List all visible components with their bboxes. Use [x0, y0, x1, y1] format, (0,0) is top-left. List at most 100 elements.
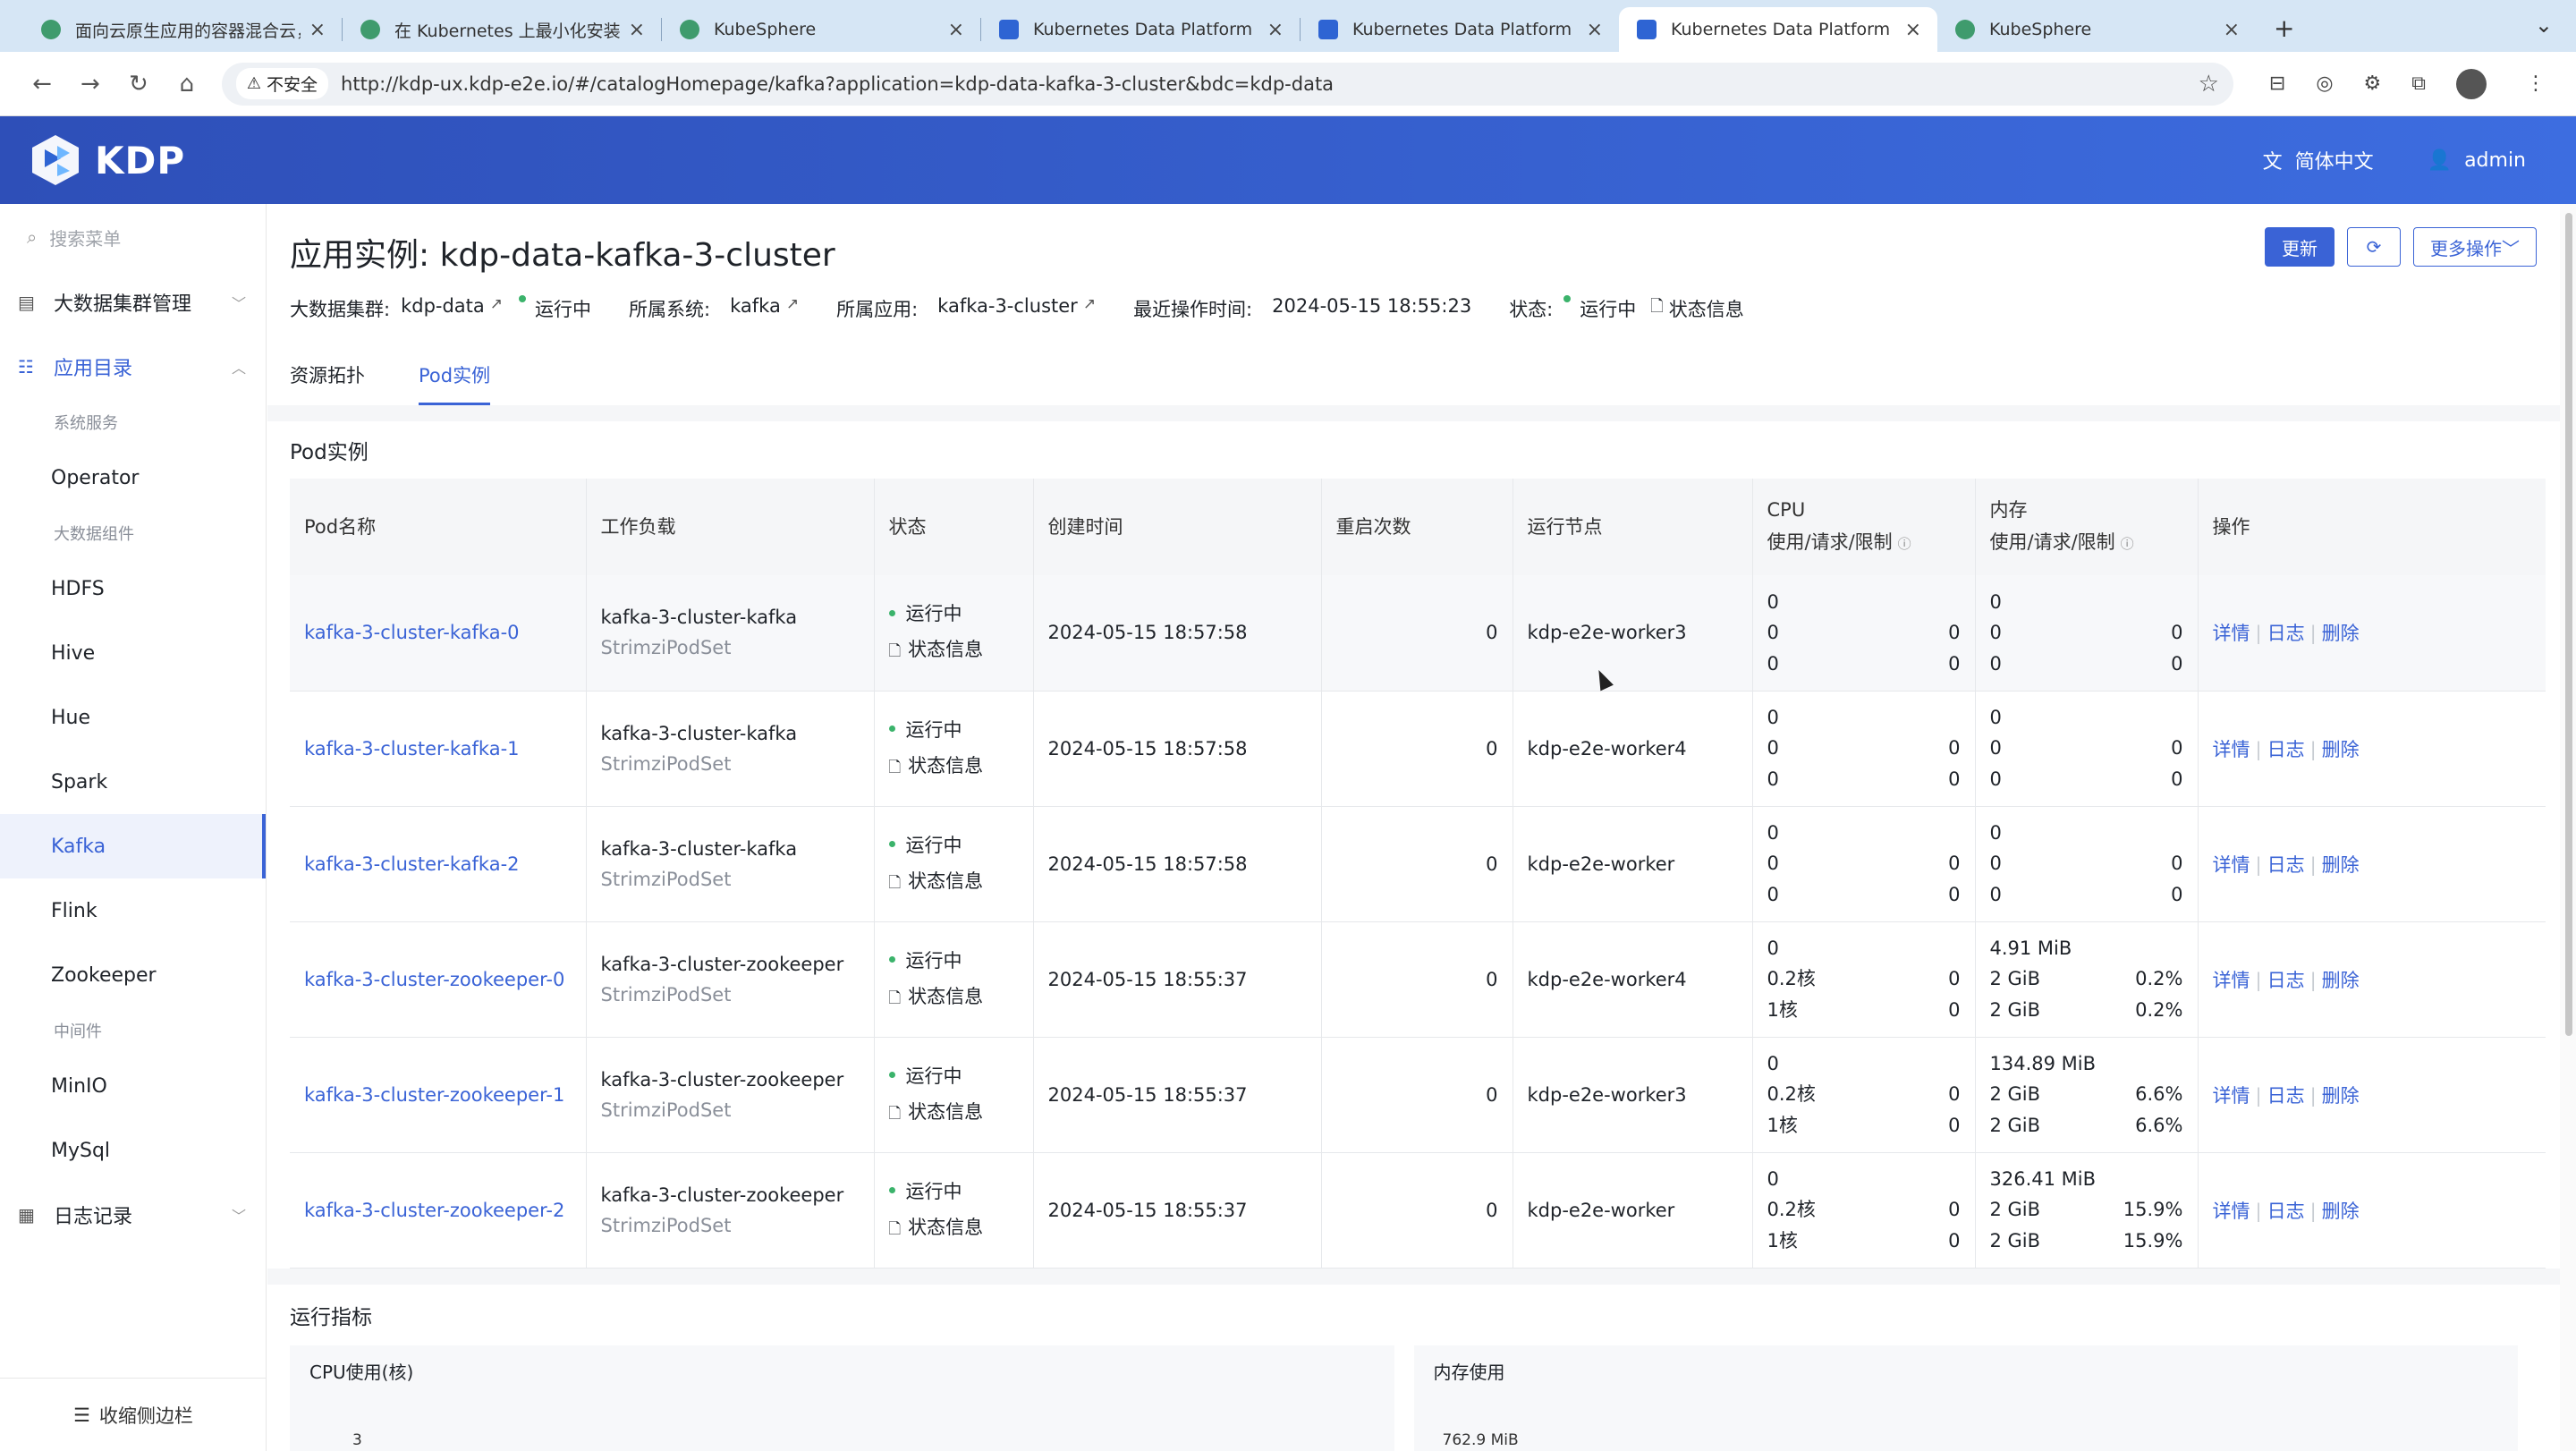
sidebar-group-catalog[interactable]: ☷ 应用目录 ︿: [0, 335, 266, 399]
home-icon[interactable]: ⌂: [163, 71, 211, 98]
log-link[interactable]: 日志: [2267, 1201, 2305, 1222]
sidebar-item-hdfs[interactable]: HDFS: [0, 556, 266, 621]
info-icon[interactable]: ⓘ: [1898, 536, 1911, 552]
pod-name-link[interactable]: kafka-3-cluster-kafka-0: [290, 575, 587, 692]
sidebar-item-minio[interactable]: MinIO: [0, 1054, 266, 1118]
refresh-button[interactable]: ⟳: [2347, 227, 2401, 267]
external-link-icon[interactable]: ↗: [786, 295, 799, 322]
delete-link[interactable]: 删除: [2322, 970, 2360, 991]
external-link-icon[interactable]: ↗: [1083, 295, 1096, 322]
address-bar[interactable]: ⚠ 不安全 http://kdp-ux.kdp-e2e.io/#/catalog…: [221, 62, 2233, 106]
log-link[interactable]: 日志: [2267, 739, 2305, 760]
bookmark-star-icon[interactable]: ☆: [2199, 71, 2219, 98]
detail-link[interactable]: 详情: [2213, 854, 2250, 876]
url-text[interactable]: http://kdp-ux.kdp-e2e.io/#/catalogHomepa…: [341, 73, 2199, 95]
pod-name-link[interactable]: kafka-3-cluster-kafka-2: [290, 806, 587, 922]
sidebar-item-spark[interactable]: Spark: [0, 750, 266, 814]
sidebar-group-logs[interactable]: ▦ 日志记录 ﹀: [0, 1183, 266, 1247]
cluster-link[interactable]: kdp-data: [401, 295, 485, 322]
sidebar-item-zookeeper[interactable]: Zookeeper: [0, 943, 266, 1007]
col-created: 创建时间: [1033, 479, 1322, 575]
workload-cell: kafka-3-cluster-zookeeper StrimziPodSet: [586, 1037, 875, 1153]
tab-search-chevron-icon[interactable]: ⌄: [2535, 13, 2553, 38]
close-icon[interactable]: ×: [2224, 19, 2240, 41]
menu-search-input[interactable]: ⌕ 搜索菜单: [0, 204, 266, 270]
pod-name-link[interactable]: kafka-3-cluster-kafka-1: [290, 691, 587, 807]
kdp-logo[interactable]: KDP: [30, 133, 185, 187]
close-icon[interactable]: ×: [1267, 19, 1284, 41]
extensions-puzzle-icon[interactable]: ⧉: [2411, 72, 2426, 95]
sidebar-group-bigdata[interactable]: ▤ 大数据集群管理 ﹀: [0, 270, 266, 335]
sidebar-item-mysql[interactable]: MySql: [0, 1118, 266, 1183]
sidebar-item-hue[interactable]: Hue: [0, 685, 266, 750]
close-icon[interactable]: ×: [309, 19, 326, 41]
detail-link[interactable]: 详情: [2213, 623, 2250, 644]
external-link-icon[interactable]: ↗: [490, 295, 503, 322]
detail-link[interactable]: 详情: [2213, 739, 2250, 760]
sidebar-item-hive[interactable]: Hive: [0, 621, 266, 685]
close-icon[interactable]: ×: [948, 19, 964, 41]
browser-tab[interactable]: Kubernetes Data Platform ×: [1301, 7, 1619, 52]
system-link[interactable]: kafka: [730, 295, 781, 322]
log-link[interactable]: 日志: [2267, 623, 2305, 644]
collapse-sidebar-button[interactable]: ☰ 收缩侧边栏: [0, 1378, 267, 1451]
extension-circle-icon[interactable]: ◎: [2316, 72, 2333, 95]
extension-tool-icon[interactable]: ⚙: [2364, 72, 2382, 95]
reload-icon[interactable]: ↻: [114, 71, 163, 98]
translate-icon[interactable]: ⊟: [2269, 72, 2285, 95]
delete-link[interactable]: 删除: [2322, 1085, 2360, 1107]
delete-link[interactable]: 删除: [2322, 1201, 2360, 1222]
more-actions-button[interactable]: 更多操作 ﹀: [2413, 227, 2537, 267]
sidebar-item-flink[interactable]: Flink: [0, 878, 266, 943]
user-menu[interactable]: 👤 admin: [2428, 149, 2526, 172]
new-tab-plus-icon[interactable]: +: [2274, 13, 2294, 43]
app-header: KDP 文 简体中文 👤 admin: [0, 116, 2576, 204]
detail-link[interactable]: 详情: [2213, 1201, 2250, 1222]
log-link[interactable]: 日志: [2267, 1085, 2305, 1107]
info-icon[interactable]: ⓘ: [2121, 536, 2134, 552]
pod-name-link[interactable]: kafka-3-cluster-zookeeper-2: [290, 1152, 587, 1269]
resource-ratio: 0: [1948, 883, 1961, 905]
log-link[interactable]: 日志: [2267, 970, 2305, 991]
pod-name-link[interactable]: kafka-3-cluster-zookeeper-1: [290, 1037, 587, 1153]
browser-tab[interactable]: KubeSphere ×: [662, 7, 980, 52]
tab-pods[interactable]: Pod实例: [419, 361, 491, 405]
status-info-link[interactable]: 🗋 状态信息: [889, 1213, 1019, 1243]
profile-avatar-icon[interactable]: [2455, 68, 2487, 99]
tab-title: Kubernetes Data Platform: [1352, 20, 1572, 39]
status-info-link[interactable]: 状态信息: [1669, 295, 1744, 322]
browser-tab[interactable]: 在 Kubernetes 上最小化安装 K ×: [343, 7, 661, 52]
tab-topology[interactable]: 资源拓扑: [290, 361, 365, 405]
page-scrollbar[interactable]: [2560, 204, 2576, 1451]
status-info-link[interactable]: 🗋 状态信息: [889, 982, 1019, 1013]
browser-tab[interactable]: Kubernetes Data Platform ×: [1619, 7, 1937, 52]
browser-tab[interactable]: KubeSphere ×: [1937, 7, 2256, 52]
language-switch[interactable]: 文 简体中文: [2263, 146, 2374, 174]
status-info-link[interactable]: 🗋 状态信息: [889, 635, 1019, 666]
status-info-link[interactable]: 🗋 状态信息: [889, 867, 1019, 897]
browser-tab[interactable]: 面向云原生应用的容器混合云， ×: [23, 7, 342, 52]
detail-link[interactable]: 详情: [2213, 1085, 2250, 1107]
pod-name-link[interactable]: kafka-3-cluster-zookeeper-0: [290, 921, 587, 1038]
created-time: 2024-05-15 18:55:37: [1033, 1152, 1322, 1269]
delete-link[interactable]: 删除: [2322, 739, 2360, 760]
close-icon[interactable]: ×: [629, 19, 645, 41]
status-info-link[interactable]: 🗋 状态信息: [889, 1098, 1019, 1128]
log-link[interactable]: 日志: [2267, 854, 2305, 876]
app-link[interactable]: kafka-3-cluster: [937, 295, 1078, 322]
delete-link[interactable]: 删除: [2322, 854, 2360, 876]
security-indicator[interactable]: ⚠ 不安全: [235, 68, 329, 99]
detail-link[interactable]: 详情: [2213, 970, 2250, 991]
forward-arrow-icon[interactable]: →: [66, 71, 114, 98]
close-icon[interactable]: ×: [1587, 19, 1603, 41]
sidebar-item-operator[interactable]: Operator: [0, 445, 266, 510]
delete-link[interactable]: 删除: [2322, 623, 2360, 644]
back-arrow-icon[interactable]: ←: [18, 71, 66, 98]
close-icon[interactable]: ×: [1905, 19, 1921, 41]
status-info-link[interactable]: 🗋 状态信息: [889, 751, 1019, 782]
browser-menu-icon[interactable]: ⋮: [2526, 72, 2546, 95]
browser-tab[interactable]: Kubernetes Data Platform ×: [981, 7, 1300, 52]
sidebar-item-kafka[interactable]: Kafka: [0, 814, 266, 878]
update-button[interactable]: 更新: [2265, 227, 2334, 267]
scrollbar-thumb[interactable]: [2565, 213, 2572, 1036]
